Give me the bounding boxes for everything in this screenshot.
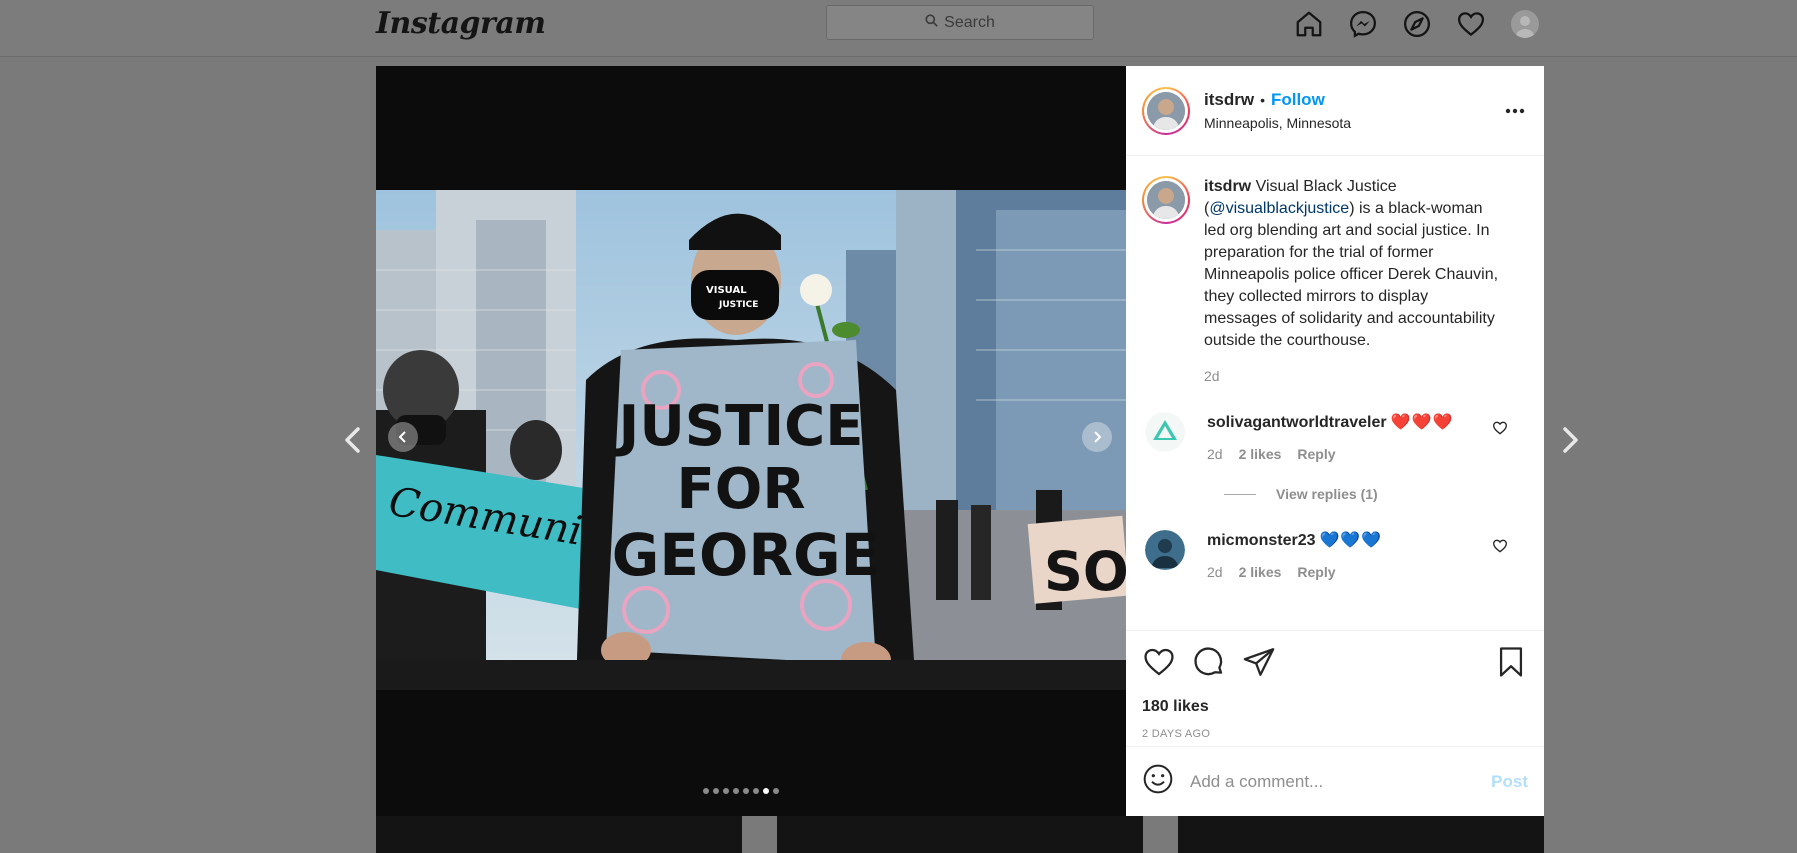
next-post-arrow[interactable] bbox=[1555, 425, 1585, 455]
comment-item: solivagantworldtraveler ❤️❤️❤️ 2d 2 likes… bbox=[1142, 412, 1528, 462]
comment-like-icon[interactable] bbox=[1492, 538, 1508, 554]
comment-username[interactable]: micmonster23 bbox=[1207, 532, 1316, 549]
comment-input[interactable]: Add a comment... bbox=[1190, 772, 1491, 792]
search-input[interactable]: Search bbox=[826, 5, 1094, 40]
more-options-icon[interactable] bbox=[1504, 100, 1526, 122]
mask-text-1: VISUAL bbox=[706, 285, 747, 296]
carousel-dot bbox=[733, 788, 739, 794]
top-navigation: Instagram Search bbox=[0, 0, 1797, 57]
comment-time[interactable]: 2d bbox=[1207, 446, 1223, 462]
post-sidebar: itsdrw • Follow Minneapolis, Minnesota i… bbox=[1126, 66, 1544, 816]
comment-text: ❤️❤️❤️ bbox=[1390, 414, 1454, 431]
post-photo: SO Community looks like VISUAL JUSTICE bbox=[376, 190, 1126, 690]
carousel-next-button[interactable] bbox=[1082, 422, 1112, 452]
comment-text: 💙💙💙 bbox=[1319, 532, 1383, 549]
search-placeholder: Search bbox=[944, 13, 995, 31]
sign-line-3: GEORGE bbox=[612, 521, 880, 589]
comment-icon[interactable] bbox=[1192, 645, 1226, 684]
follow-button[interactable]: Follow bbox=[1271, 90, 1325, 110]
comment-likes[interactable]: 2 likes bbox=[1239, 446, 1282, 462]
commenter-avatar[interactable] bbox=[1145, 412, 1185, 452]
chevron-left-icon bbox=[398, 431, 406, 443]
carousel-dot bbox=[703, 788, 709, 794]
profile-avatar[interactable] bbox=[1509, 8, 1541, 40]
carousel-indicator bbox=[703, 788, 779, 794]
comment-likes[interactable]: 2 likes bbox=[1239, 564, 1282, 580]
post-header: itsdrw • Follow Minneapolis, Minnesota bbox=[1126, 66, 1544, 156]
post-comment-button[interactable]: Post bbox=[1491, 772, 1528, 792]
likes-count[interactable]: 180 likes bbox=[1142, 698, 1528, 716]
home-icon[interactable] bbox=[1293, 8, 1325, 40]
sign-line-1: JUSTICE bbox=[614, 394, 863, 459]
caption-avatar[interactable] bbox=[1142, 176, 1190, 224]
header-separator: • bbox=[1260, 92, 1265, 108]
header-username[interactable]: itsdrw bbox=[1204, 90, 1254, 110]
caption-time[interactable]: 2d bbox=[1204, 368, 1504, 384]
background-post-tile bbox=[1178, 814, 1544, 853]
comment-time[interactable]: 2d bbox=[1207, 564, 1223, 580]
post-actions: 180 likes 2 DAYS AGO bbox=[1126, 630, 1544, 746]
like-icon[interactable] bbox=[1142, 645, 1176, 684]
comment-item: micmonster23 💙💙💙 2d 2 likes Reply bbox=[1142, 530, 1528, 580]
caption-mention-link[interactable]: @visualblackjustice bbox=[1209, 200, 1349, 217]
right-sign-text: SO bbox=[1044, 540, 1126, 603]
reply-button[interactable]: Reply bbox=[1297, 564, 1335, 580]
carousel-dot bbox=[773, 788, 779, 794]
comment-like-icon[interactable] bbox=[1492, 420, 1508, 436]
carousel-dot bbox=[763, 788, 769, 794]
share-icon[interactable] bbox=[1242, 645, 1276, 684]
carousel-prev-button[interactable] bbox=[388, 422, 418, 452]
carousel-dot bbox=[743, 788, 749, 794]
view-replies-label: View replies (1) bbox=[1276, 486, 1378, 502]
reply-button[interactable]: Reply bbox=[1297, 446, 1335, 462]
messenger-icon[interactable] bbox=[1347, 8, 1379, 40]
carousel-dot bbox=[723, 788, 729, 794]
caption-suffix: ) is a black-woman led org blending art … bbox=[1204, 200, 1499, 349]
post-timestamp[interactable]: 2 DAYS AGO bbox=[1142, 728, 1528, 740]
post-modal: SO Community looks like VISUAL JUSTICE bbox=[376, 66, 1544, 816]
sign-line-2: FOR bbox=[677, 457, 806, 522]
comment-username[interactable]: solivagantworldtraveler bbox=[1207, 414, 1387, 431]
view-replies-button[interactable]: View replies (1) bbox=[1224, 486, 1528, 502]
location-link[interactable]: Minneapolis, Minnesota bbox=[1204, 115, 1351, 131]
add-comment-bar: Add a comment... Post bbox=[1126, 746, 1544, 816]
avatar[interactable] bbox=[1142, 86, 1190, 135]
caption-text: itsdrw Visual Black Justice (@visualblac… bbox=[1204, 176, 1504, 352]
chevron-right-icon bbox=[1094, 431, 1102, 443]
explore-icon[interactable] bbox=[1401, 8, 1433, 40]
carousel-dot bbox=[753, 788, 759, 794]
heart-icon[interactable] bbox=[1455, 8, 1487, 40]
background-post-tile bbox=[376, 814, 742, 853]
comments-list[interactable]: itsdrw Visual Black Justice (@visualblac… bbox=[1126, 156, 1544, 630]
post-media[interactable]: SO Community looks like VISUAL JUSTICE bbox=[376, 66, 1126, 816]
replies-divider bbox=[1224, 493, 1256, 495]
background-post-tile bbox=[777, 814, 1143, 853]
caption-username[interactable]: itsdrw bbox=[1204, 178, 1251, 195]
search-icon bbox=[925, 13, 938, 32]
mask-text-2: JUSTICE bbox=[718, 300, 758, 310]
caption: itsdrw Visual Black Justice (@visualblac… bbox=[1142, 176, 1528, 384]
carousel-dot bbox=[713, 788, 719, 794]
emoji-icon[interactable] bbox=[1142, 763, 1174, 800]
commenter-avatar[interactable] bbox=[1145, 530, 1185, 570]
previous-post-arrow[interactable] bbox=[338, 425, 368, 455]
instagram-logo[interactable]: Instagram bbox=[376, 6, 546, 41]
bookmark-icon[interactable] bbox=[1494, 645, 1528, 684]
